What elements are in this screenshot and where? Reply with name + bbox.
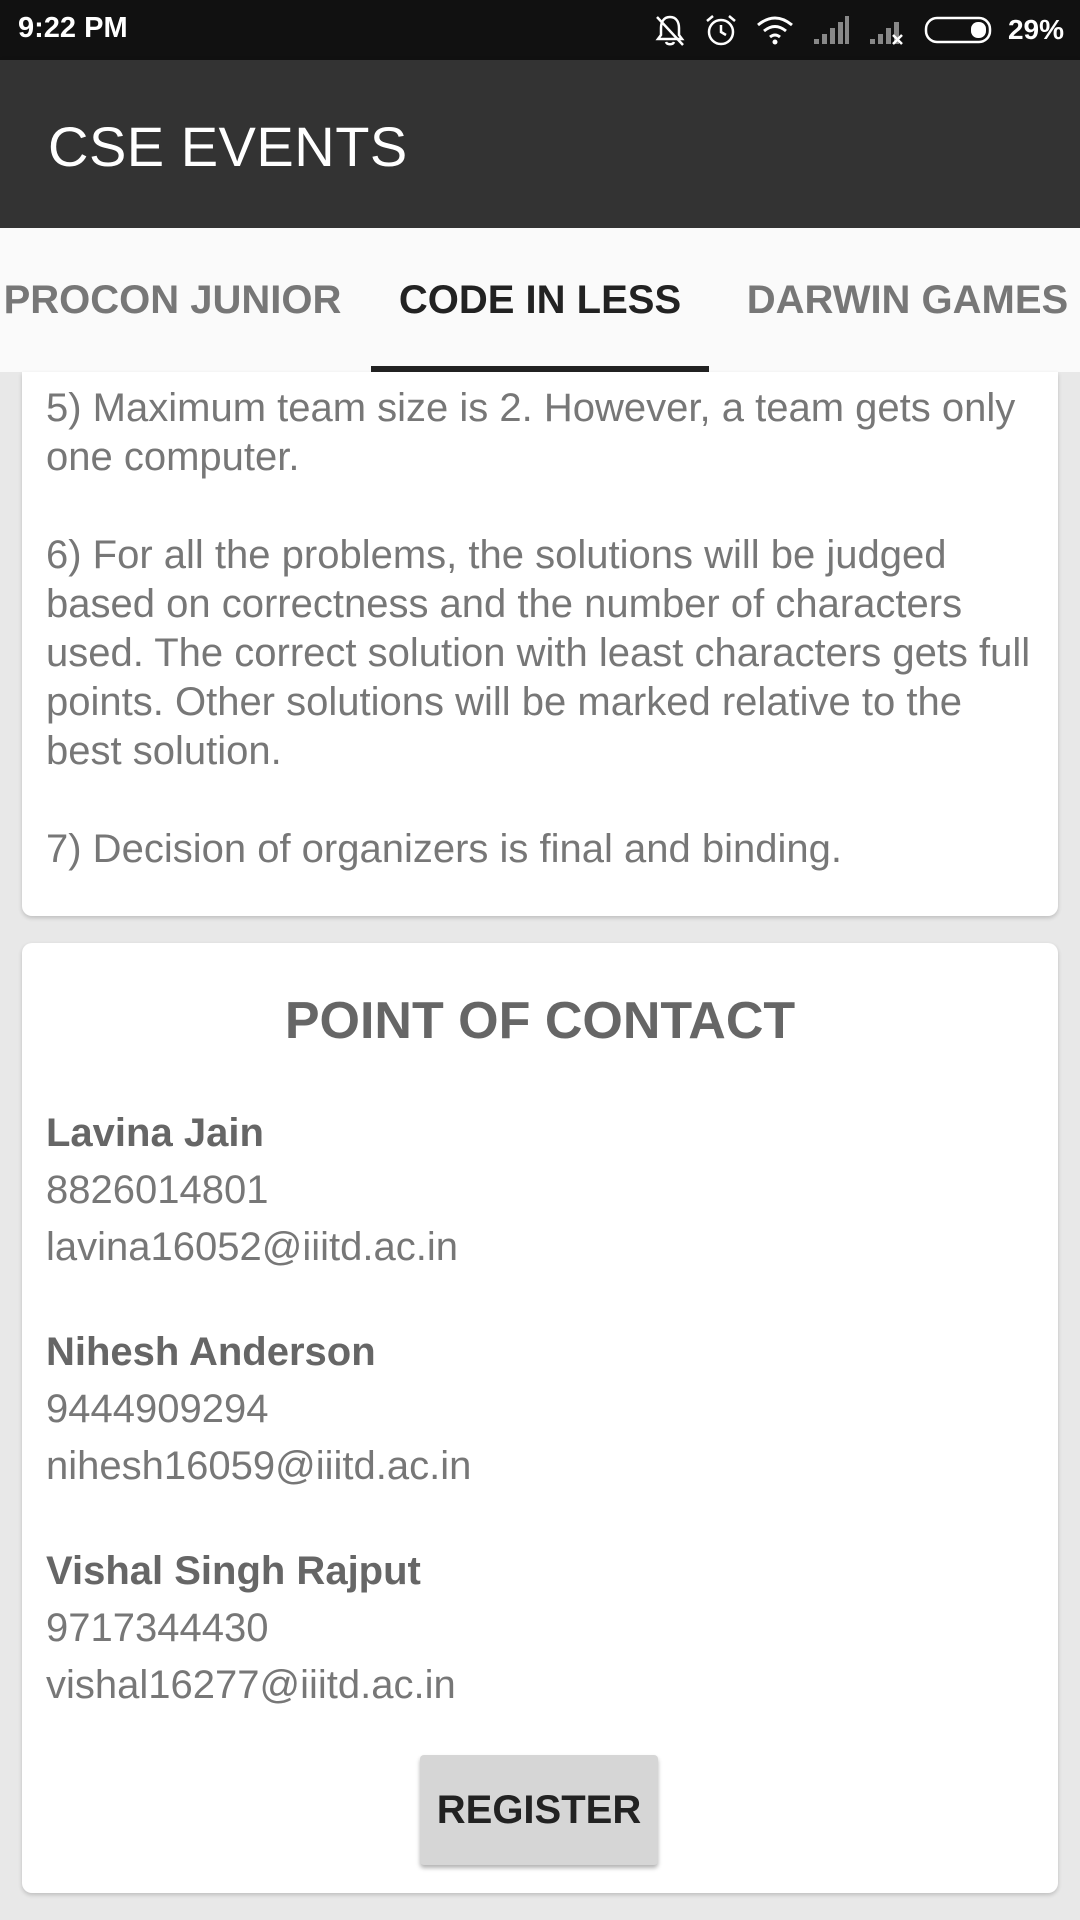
status-icons: 29% <box>654 10 1064 50</box>
contact-card: POINT OF CONTACT Lavina Jain 8826014801 … <box>22 943 1058 1893</box>
contact-phone[interactable]: 8826014801 <box>46 1162 1036 1219</box>
signal-icon <box>812 15 850 45</box>
contact-heading: POINT OF CONTACT <box>284 992 796 1050</box>
battery-percentage: 29% <box>1007 14 1064 45</box>
signal-no-service-icon <box>868 15 906 45</box>
battery-icon <box>924 15 996 45</box>
status-bar: 9:22 PM 29% <box>0 0 1080 60</box>
rule-5: 5) Maximum team size is 2. However, a te… <box>46 386 1016 479</box>
contact-phone[interactable]: 9444909294 <box>46 1381 1036 1438</box>
contact-email[interactable]: vishal16277@iiitd.ac.in <box>46 1657 1036 1714</box>
contact-entry: Nihesh Anderson 9444909294 nihesh16059@i… <box>46 1324 1036 1495</box>
rule-7: 7) Decision of organizers is final and b… <box>46 827 842 871</box>
contact-email[interactable]: nihesh16059@iiitd.ac.in <box>46 1438 1036 1495</box>
tab-procon-junior[interactable]: PROCON JUNIOR <box>0 228 345 372</box>
app-bar: CSE EVENTS <box>0 60 1080 228</box>
alarm-icon <box>704 13 738 47</box>
contact-phone[interactable]: 9717344430 <box>46 1600 1036 1657</box>
tab-code-in-less[interactable]: CODE IN LESS <box>371 228 709 372</box>
register-button[interactable]: REGISTER <box>420 1755 658 1865</box>
rule-6: 6) For all the problems, the solutions w… <box>46 533 1031 773</box>
rules-card: 5) Maximum team size is 2. However, a te… <box>22 372 1058 916</box>
tab-bar: PROCON JUNIOR CODE IN LESS DARWIN GAMES <box>0 228 1080 372</box>
wifi-icon <box>756 15 794 45</box>
contact-entry: Vishal Singh Rajput 9717344430 vishal162… <box>46 1543 1036 1714</box>
status-time: 9:22 PM <box>18 12 128 44</box>
tab-darwin-games[interactable]: DARWIN GAMES <box>735 228 1080 372</box>
app-title: CSE EVENTS <box>48 115 408 178</box>
contact-name: Vishal Singh Rajput <box>46 1549 421 1593</box>
contact-email[interactable]: lavina16052@iiitd.ac.in <box>46 1219 1036 1276</box>
contact-name: Lavina Jain <box>46 1111 264 1155</box>
contact-entry: Lavina Jain 8826014801 lavina16052@iiitd… <box>46 1105 1036 1276</box>
bell-off-icon <box>654 13 686 47</box>
contact-name: Nihesh Anderson <box>46 1330 376 1374</box>
